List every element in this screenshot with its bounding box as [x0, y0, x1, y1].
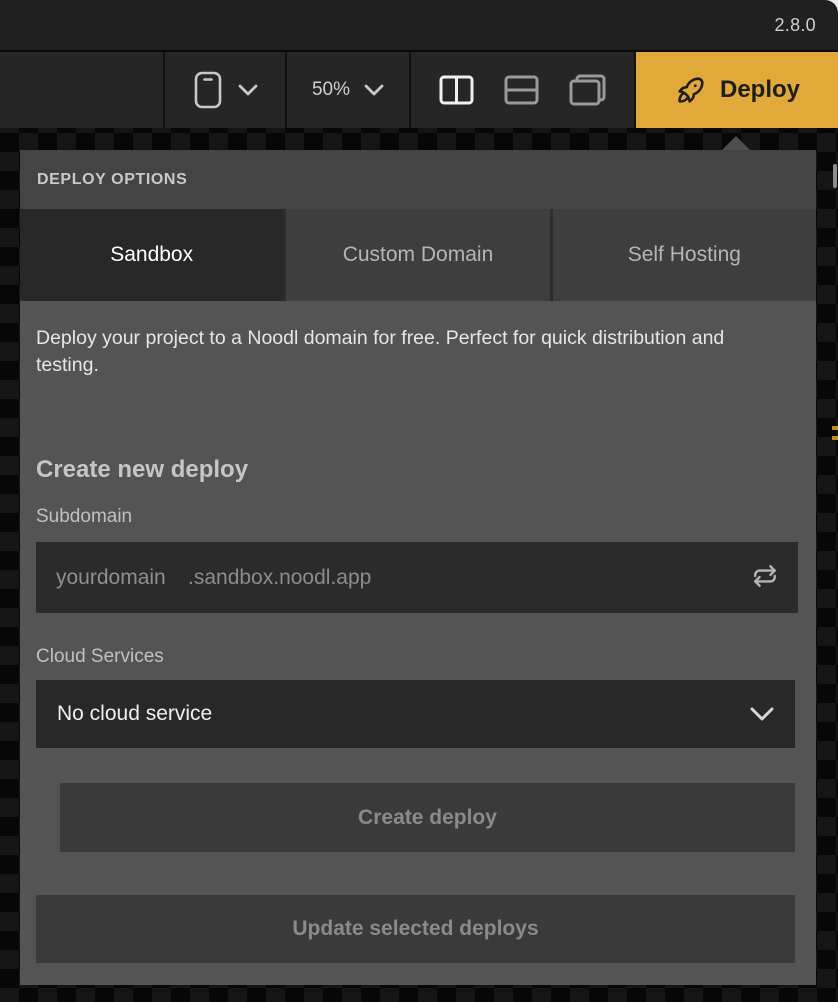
canvas-toolbar: 50%	[0, 50, 838, 128]
zoom-level-dropdown[interactable]: 50%	[287, 52, 411, 128]
popup-arrow	[722, 136, 750, 150]
split-vertical-icon[interactable]	[439, 75, 474, 105]
rocket-icon	[674, 73, 708, 107]
subdomain-suffix: .sandbox.noodl.app	[188, 566, 371, 590]
create-deploy-button[interactable]: Create deploy	[60, 783, 795, 852]
tab-self-hosting[interactable]: Self Hosting	[553, 209, 816, 301]
subdomain-field: .sandbox.noodl.app	[36, 542, 798, 613]
deploy-button-label: Deploy	[720, 76, 800, 104]
tab-sandbox-label: Sandbox	[110, 243, 193, 267]
popup-body: Deploy your project to a Noodl domain fo…	[20, 301, 816, 985]
toolbar-spacer	[0, 52, 165, 128]
deploy-options-popup: DEPLOY OPTIONS Sandbox Custom Domain Sel…	[20, 150, 816, 985]
cloud-services-select[interactable]: No cloud service	[36, 680, 795, 748]
tab-custom-domain[interactable]: Custom Domain	[286, 209, 549, 301]
scrollbar-thumb[interactable]	[833, 164, 837, 188]
update-selected-deploys-button[interactable]: Update selected deploys	[36, 895, 795, 963]
app-window: 2.8.0 50%	[0, 0, 838, 1002]
layout-view-switcher	[411, 52, 636, 128]
tab-custom-domain-label: Custom Domain	[343, 243, 494, 267]
subdomain-label: Subdomain	[36, 506, 132, 528]
phone-icon	[192, 70, 224, 110]
sandbox-description: Deploy your project to a Noodl domain fo…	[36, 325, 778, 379]
create-deploy-heading: Create new deploy	[36, 456, 248, 484]
cloud-services-label: Cloud Services	[36, 646, 164, 668]
tab-self-hosting-label: Self Hosting	[628, 243, 741, 267]
app-version: 2.8.0	[774, 15, 816, 36]
minimap-marker	[832, 426, 838, 430]
chevron-down-icon	[750, 707, 774, 721]
tab-sandbox[interactable]: Sandbox	[20, 209, 283, 301]
refresh-subdomain-button[interactable]	[752, 563, 778, 592]
top-bar: 2.8.0	[0, 0, 838, 50]
zoom-level-value: 50%	[312, 79, 350, 101]
windows-cascade-icon[interactable]	[569, 74, 607, 106]
split-horizontal-icon[interactable]	[504, 75, 539, 105]
update-deploys-button-label: Update selected deploys	[292, 917, 538, 941]
popup-header: DEPLOY OPTIONS	[20, 150, 816, 209]
subdomain-input[interactable]	[56, 566, 182, 590]
chevron-down-icon	[238, 84, 258, 96]
device-preview-dropdown[interactable]	[165, 52, 287, 128]
chevron-down-icon	[364, 84, 384, 96]
popup-title: DEPLOY OPTIONS	[37, 171, 187, 189]
create-deploy-button-label: Create deploy	[358, 806, 497, 830]
minimap-marker	[832, 436, 838, 440]
deploy-button[interactable]: Deploy	[636, 52, 838, 128]
deploy-tabs: Sandbox Custom Domain Self Hosting	[20, 209, 816, 301]
cloud-services-selected-value: No cloud service	[57, 702, 212, 726]
refresh-icon	[752, 563, 778, 592]
